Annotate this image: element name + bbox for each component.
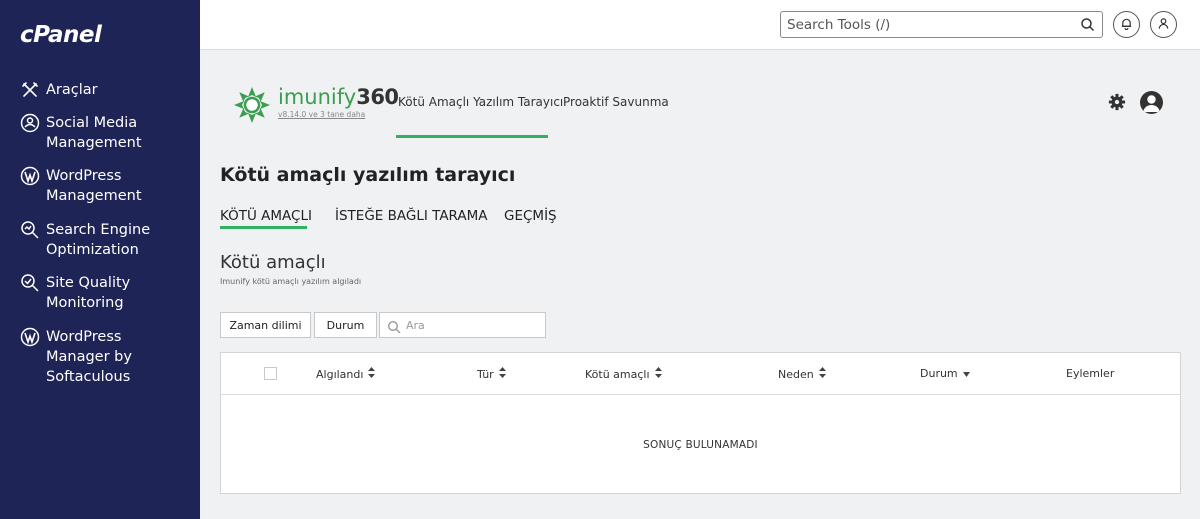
sidebar-item-wordpress-manager[interactable]: WordPress Manager by Softaculous [20,327,176,387]
avatar[interactable] [1140,91,1163,114]
search-icon [387,319,401,338]
active-subtab-indicator [220,226,307,229]
column-label: Neden [778,367,814,381]
time-period-button[interactable]: Zaman dilimi [220,312,311,338]
filter-search-input[interactable] [406,317,536,334]
column-reason[interactable]: Neden [778,367,826,381]
sidebar: cPanel Araçlar Social Media Management W… [0,0,200,519]
sort-down-icon [962,367,970,380]
column-type[interactable]: Tür [477,367,506,381]
column-label: Tür [477,367,494,381]
table-header: Algılandı Tür Kötü amaçlı Neden Durum Ey… [221,353,1180,395]
search-tools-box [780,11,1103,38]
sidebar-item-label: Search Engine Optimization [46,222,151,258]
imunify-name: imunify [278,85,357,109]
malware-table: Algılandı Tür Kötü amaçlı Neden Durum Ey… [220,352,1181,494]
column-label: Kötü amaçlı [585,367,650,381]
section-subtitle: Imunify kötü amaçlı yazılım algıladı [220,277,362,286]
seo-icon [20,220,40,240]
column-label: Durum [920,367,958,380]
imunify-logo[interactable]: imunify360 v8.14.0 ve 3 tane daha [232,85,399,129]
sidebar-item-social-media[interactable]: Social Media Management [20,113,196,153]
gear-icon[interactable] [1108,93,1126,115]
select-all-checkbox[interactable] [264,367,277,380]
tab-on-demand-scan[interactable]: İSTEĞE BAĞLI TARAMA [335,208,488,224]
column-actions: Eylemler [1066,367,1114,380]
social-media-icon [20,113,40,133]
sidebar-item-wordpress-management[interactable]: WordPress Management [20,166,196,206]
sort-both-icon [818,367,826,381]
column-label: Eylemler [1066,367,1115,380]
imunify-star-icon [232,85,272,129]
tab-history[interactable]: GEÇMİŞ [504,208,557,224]
sidebar-item-site-quality[interactable]: Site Quality Monitoring [20,273,196,313]
main-content: imunify360 v8.14.0 ve 3 tane daha Kötü A… [200,51,1200,519]
empty-table-message: SONUÇ BULUNAMADI [643,439,758,451]
column-status[interactable]: Durum [920,367,970,380]
imunify-version[interactable]: v8.14.0 ve 3 tane daha [278,110,399,119]
site-quality-icon [20,273,40,293]
sort-both-icon [654,367,662,381]
search-icon[interactable] [1080,17,1095,36]
wordpress-icon [20,166,40,186]
section-title: Kötü amaçlı [220,252,326,273]
column-detected[interactable]: Algılandı [316,367,376,381]
top-bar [200,0,1200,50]
tab-malware-scanner[interactable]: Kötü Amaçlı Yazılım Tarayıcı [398,95,563,109]
sort-both-icon [498,367,506,381]
active-tab-indicator [396,135,548,138]
sidebar-item-seo[interactable]: Search Engine Optimization [20,220,196,260]
sidebar-item-label: WordPress Management [46,168,142,204]
search-tools-input[interactable] [781,12,1071,37]
sidebar-item-label: Social Media Management [46,115,142,151]
column-label: Algılandı [316,367,364,381]
wordpress-icon [20,327,40,347]
user-menu-button[interactable] [1150,11,1177,38]
sidebar-item-label: Site Quality Monitoring [46,275,131,311]
user-icon [1157,15,1170,34]
bell-icon [1120,15,1133,34]
sidebar-item-label: WordPress Manager by Softaculous [46,329,132,385]
cpanel-logo[interactable]: cPanel [20,22,102,48]
status-filter-button[interactable]: Durum [314,312,377,338]
tools-icon [20,80,40,100]
sidebar-item-tools[interactable]: Araçlar [20,80,196,100]
page-title: Kötü amaçlı yazılım tarayıcı [220,164,516,186]
sidebar-item-label: Araçlar [46,82,98,98]
notifications-button[interactable] [1113,11,1140,38]
imunify-360: 360 [356,85,399,109]
column-malicious[interactable]: Kötü amaçlı [585,367,662,381]
tab-malicious[interactable]: KÖTÜ AMAÇLI [220,208,312,224]
sort-both-icon [368,367,376,381]
tab-proactive-defense[interactable]: Proaktif Savunma [563,95,669,109]
filter-search-box [379,312,546,338]
